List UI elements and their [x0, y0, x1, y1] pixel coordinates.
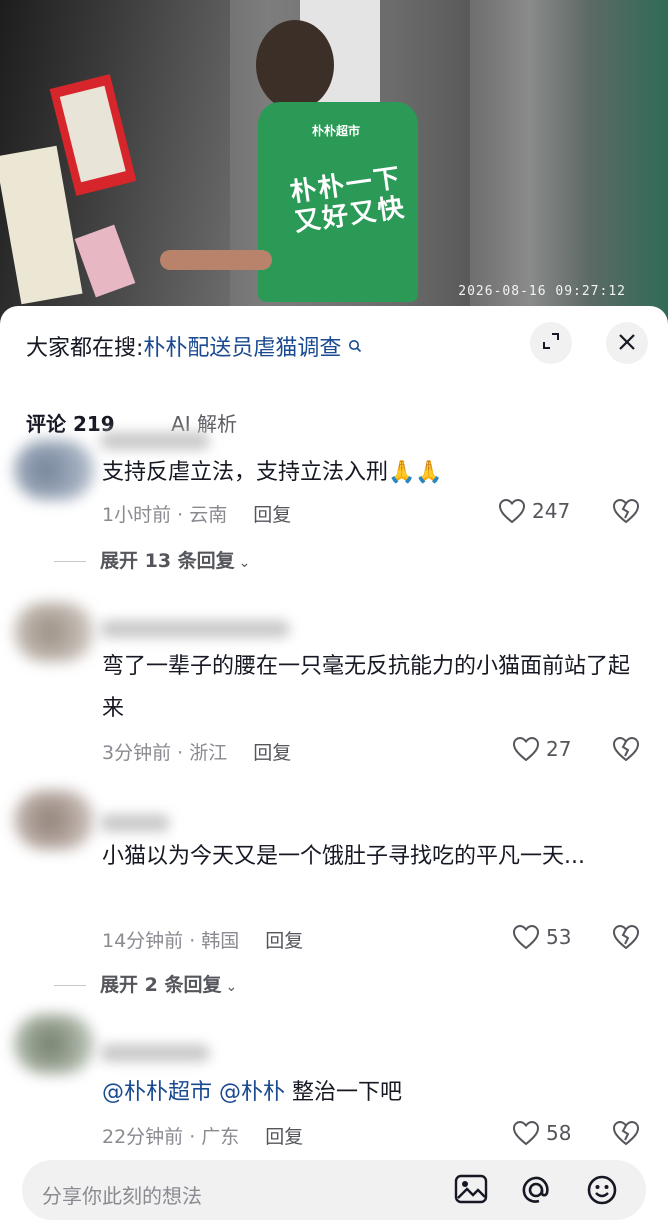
expand-icon	[541, 331, 561, 355]
dislike-button[interactable]	[612, 924, 640, 954]
broken-heart-icon	[612, 1120, 640, 1146]
mention-link[interactable]: @朴朴超市	[102, 1080, 212, 1105]
broken-heart-icon	[612, 498, 640, 524]
mention-link[interactable]: @朴朴	[219, 1080, 285, 1105]
close-icon	[618, 328, 636, 358]
vest-logo: 朴朴超市	[312, 124, 361, 138]
comment-text: @朴朴超市 @朴朴 整治一下吧	[102, 1072, 642, 1114]
avatar[interactable]	[14, 1014, 94, 1074]
divider	[54, 561, 86, 562]
comment-time-location: 22分钟前 · 广东	[102, 1126, 240, 1148]
like-count: 27	[546, 737, 572, 761]
heart-icon	[498, 498, 526, 524]
avatar[interactable]	[14, 602, 94, 662]
expand-replies-button[interactable]: 展开 2 条回复 ⌄	[54, 970, 238, 997]
at-icon[interactable]	[520, 1174, 552, 1210]
close-button[interactable]	[606, 322, 648, 364]
expand-replies-label: 展开 13 条回复	[100, 550, 235, 572]
comment-input-placeholder[interactable]: 分享你此刻的想法	[42, 1180, 202, 1209]
heart-icon	[512, 1120, 540, 1146]
expand-replies-button[interactable]: 展开 13 条回复 ⌄	[54, 546, 251, 573]
broken-heart-icon	[612, 924, 640, 950]
search-prefix: 大家都在搜:	[26, 336, 144, 361]
username-blurred[interactable]	[100, 1044, 210, 1062]
tab-comments[interactable]: 评论 219	[26, 408, 115, 437]
avatar[interactable]	[14, 790, 94, 850]
comment-text: 小猫以为今天又是一个饿肚子寻找吃的平凡一天...	[102, 844, 585, 869]
search-term-link[interactable]: 朴朴配送员虐猫调查	[143, 336, 341, 361]
comment-meta: 14分钟前 · 韩国 回复	[102, 926, 303, 953]
like-button[interactable]: 247	[498, 498, 570, 524]
like-button[interactable]: 53	[512, 924, 571, 950]
username-blurred[interactable]	[100, 814, 170, 832]
expand-replies-label: 展开 2 条回复	[100, 974, 222, 996]
reply-button[interactable]: 回复	[253, 742, 291, 764]
like-button[interactable]: 27	[512, 736, 571, 762]
like-count: 247	[532, 499, 571, 523]
like-button[interactable]: 58	[512, 1120, 571, 1146]
search-icon	[343, 340, 361, 357]
comment-body: 整治一下吧	[292, 1080, 403, 1105]
comment-text: 弯了一辈子的腰在一只毫无反抗能力的小猫面前站了起来	[102, 654, 631, 721]
heart-icon	[512, 736, 540, 762]
image-icon[interactable]	[454, 1174, 488, 1208]
reply-button[interactable]: 回复	[265, 1126, 303, 1148]
comment-input-bar[interactable]: 分享你此刻的想法	[22, 1160, 646, 1220]
like-count: 58	[546, 1121, 572, 1145]
chevron-down-icon: ⌄	[225, 979, 238, 995]
dislike-button[interactable]	[612, 736, 640, 766]
emoji-icon[interactable]	[586, 1174, 618, 1210]
search-suggestion[interactable]: 大家都在搜:朴朴配送员虐猫调查	[26, 332, 362, 366]
video-timestamp: 2026-08-16 09:27:12	[458, 284, 626, 299]
comment-meta: 22分钟前 · 广东 回复	[102, 1122, 303, 1149]
chevron-down-icon: ⌄	[238, 555, 251, 571]
dislike-button[interactable]	[612, 1120, 640, 1150]
comment-meta: 3分钟前 · 浙江 回复	[102, 738, 291, 765]
comment-text: 支持反虐立法，支持立法入刑🙏🙏	[102, 460, 443, 485]
video-player[interactable]: 朴朴超市 朴朴一下又好又快 2026-08-16 09:27:12	[0, 0, 668, 330]
person-arm	[160, 250, 272, 270]
comment-time-location: 14分钟前 · 韩国	[102, 930, 240, 952]
comment-meta: 1小时前 · 云南 回复	[102, 500, 291, 527]
broken-heart-icon	[612, 736, 640, 762]
person-head	[256, 20, 334, 110]
avatar[interactable]	[14, 440, 94, 500]
comment-time-location: 3分钟前 · 浙江	[102, 742, 228, 764]
divider	[54, 985, 86, 986]
username-blurred[interactable]	[100, 620, 290, 638]
reply-button[interactable]: 回复	[265, 930, 303, 952]
elevator-door	[470, 0, 668, 330]
comment-time-location: 1小时前 · 云南	[102, 504, 228, 526]
heart-icon	[512, 924, 540, 950]
expand-button[interactable]	[530, 322, 572, 364]
like-count: 53	[546, 925, 572, 949]
dislike-button[interactable]	[612, 498, 640, 528]
username-blurred[interactable]	[100, 432, 210, 450]
reply-button[interactable]: 回复	[253, 504, 291, 526]
